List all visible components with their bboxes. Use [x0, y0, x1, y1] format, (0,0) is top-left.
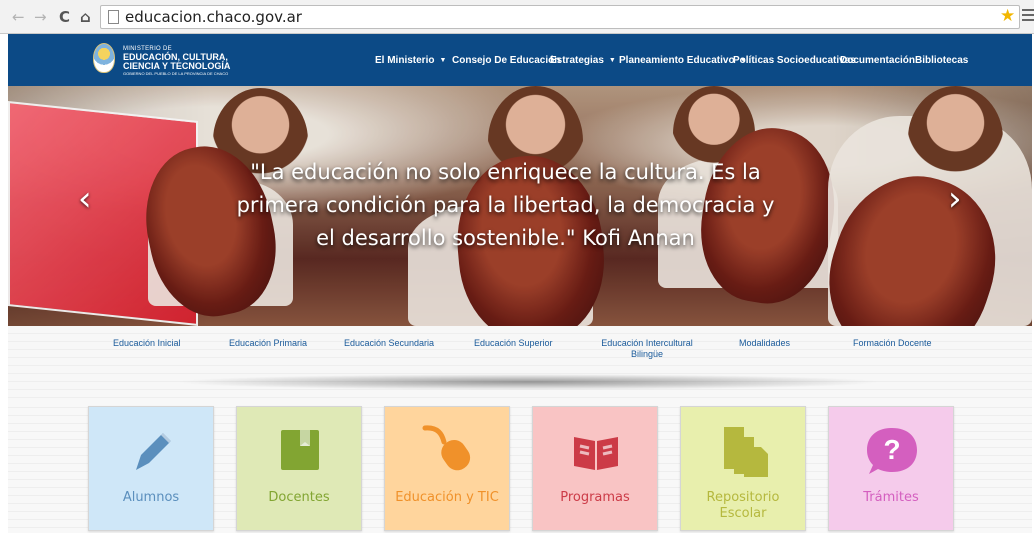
slider-previous-button[interactable]: ‹ — [78, 182, 92, 216]
level-modalidades[interactable]: Modalidades — [739, 338, 790, 349]
browser-menu-icon[interactable] — [1022, 9, 1034, 23]
documents-icon — [716, 422, 772, 478]
education-levels-strip: Educación Inicial Educación Primaria Edu… — [8, 326, 1032, 400]
card-docentes[interactable]: Docentes — [236, 406, 362, 531]
quick-access-cards: Alumnos Docentes Educación y TIC Program… — [8, 400, 1032, 533]
nav-el-ministerio[interactable]: El Ministerio ▼ — [375, 55, 446, 66]
bookmark-star-icon[interactable]: ★ — [1000, 7, 1015, 25]
card-label: Programas — [560, 490, 630, 505]
level-educacion-intercultural-bilingue[interactable]: Educación Intercultural Bilingüe — [591, 338, 703, 360]
nav-consejo-de-educacion[interactable]: Consejo De Educación — [452, 55, 560, 66]
nav-documentacion[interactable]: Documentación — [840, 55, 915, 66]
section-divider-shadow — [173, 374, 883, 390]
help-icon: ? — [864, 422, 920, 478]
card-label: Trámites — [863, 490, 919, 505]
hero-quote: "La educación no solo enriquece la cultu… — [236, 160, 775, 250]
forward-button[interactable]: → — [34, 8, 47, 26]
card-alumnos[interactable]: Alumnos — [88, 406, 214, 531]
slider-next-button[interactable]: › — [948, 182, 962, 216]
card-programas[interactable]: Programas — [532, 406, 658, 531]
dropdown-caret-icon: ▼ — [608, 57, 616, 64]
open-book-icon — [568, 422, 624, 478]
reload-button[interactable]: C — [59, 8, 70, 26]
question-mark-icon: ? — [883, 434, 900, 465]
card-label: Educación y TIC — [395, 490, 499, 505]
address-bar[interactable]: educacion.chaco.gov.ar — [100, 5, 1020, 29]
pencil-icon — [124, 422, 180, 478]
level-educacion-primaria[interactable]: Educación Primaria — [229, 338, 307, 349]
hero-slider: "La educación no solo enriquece la cultu… — [8, 86, 1032, 326]
dropdown-caret-icon: ▼ — [439, 57, 447, 64]
url-text[interactable]: educacion.chaco.gov.ar — [125, 8, 302, 26]
page-icon — [108, 10, 119, 24]
card-label: Repositorio Escolar — [706, 490, 780, 521]
card-tramites[interactable]: ? Trámites — [828, 406, 954, 531]
mouse-icon — [420, 422, 476, 478]
nav-politicas-socioeducativas[interactable]: Políticas Socioeducativas — [733, 55, 856, 66]
site-header: MINISTERIO DE EDUCACIÓN, CULTURA, CIENCI… — [8, 34, 1032, 86]
browser-toolbar: ← → C ⌂ educacion.chaco.gov.ar ★ — [0, 0, 1034, 34]
back-button[interactable]: ← — [12, 8, 25, 26]
card-label: Alumnos — [122, 490, 180, 505]
nav-estrategias[interactable]: Estrategias ▼ — [550, 55, 616, 66]
home-button[interactable]: ⌂ — [80, 8, 91, 26]
level-educacion-superior[interactable]: Educación Superior — [474, 338, 553, 349]
level-educacion-secundaria[interactable]: Educación Secundaria — [344, 338, 434, 349]
book-icon — [272, 422, 328, 478]
level-educacion-inicial[interactable]: Educación Inicial — [113, 338, 181, 349]
nav-planeamiento-educativo[interactable]: Planeamiento Educativo ▼ — [619, 55, 747, 66]
nav-bibliotecas[interactable]: Bibliotecas — [915, 55, 968, 66]
level-formacion-docente[interactable]: Formación Docente — [853, 338, 932, 349]
card-repositorio-escolar[interactable]: Repositorio Escolar — [680, 406, 806, 531]
main-navigation: El Ministerio ▼ Consejo De Educación Estr… — [8, 34, 1032, 86]
card-label: Docentes — [268, 490, 330, 505]
card-educacion-y-tic[interactable]: Educación y TIC — [384, 406, 510, 531]
